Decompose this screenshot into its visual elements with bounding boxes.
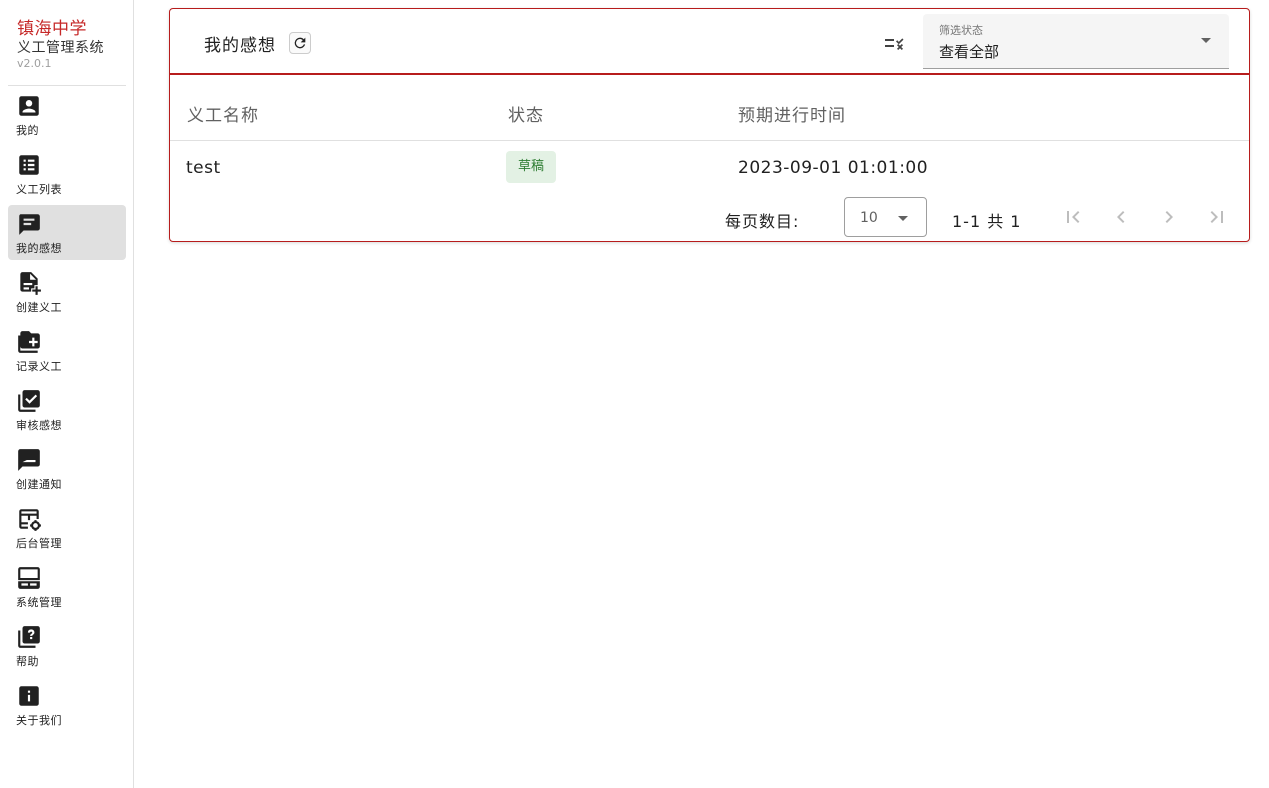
nav-label: 审核感想 <box>16 419 62 432</box>
nav-label: 记录义工 <box>16 360 62 373</box>
nav-item-my-thoughts[interactable]: 我的感想 <box>8 205 126 260</box>
prev-page-button[interactable] <box>1109 205 1133 229</box>
nav-item-volunteer-list[interactable]: 义工列表 <box>8 146 126 201</box>
checkbox-multiple-icon <box>16 388 42 414</box>
nav-item-help[interactable]: 帮助 <box>8 618 126 673</box>
nav-item-about[interactable]: 关于我们 <box>8 677 126 732</box>
nav-item-me[interactable]: 我的 <box>8 87 126 142</box>
nav-item-backend[interactable]: 后台管理 <box>8 500 126 555</box>
table-header: 义工名称 状态 预期进行时间 <box>170 75 1249 141</box>
pagination: 每页数目: 10 1-1 共 1 <box>170 193 1249 241</box>
nav-item-record-volunteer[interactable]: 记录义工 <box>8 323 126 378</box>
folder-plus-icon <box>16 329 42 355</box>
refresh-button[interactable] <box>289 32 311 54</box>
page-range: 1-1 共 1 <box>952 212 1022 231</box>
sidebar: 镇海中学 义工管理系统 v2.0.1 我的 义工列表 我的感想 创建义工 记录义… <box>0 0 134 788</box>
information-icon <box>16 683 42 709</box>
status-filter-value: 查看全部 <box>939 43 1000 61</box>
brand-system: 义工管理系统 <box>17 40 104 56</box>
chevron-down-icon <box>1201 38 1211 43</box>
message-text-icon <box>16 211 42 237</box>
cell-name: test <box>186 158 221 178</box>
column-header-status[interactable]: 状态 <box>508 101 544 126</box>
nav-label: 义工列表 <box>16 183 62 196</box>
nav-item-system[interactable]: 系统管理 <box>8 559 126 614</box>
help-box-icon <box>16 624 42 650</box>
chevron-left-icon <box>1117 211 1125 223</box>
nav-label: 关于我们 <box>16 714 62 727</box>
column-header-name[interactable]: 义工名称 <box>187 101 259 126</box>
account-box-icon <box>16 93 42 119</box>
nav-label: 我的感想 <box>16 242 62 255</box>
refresh-icon <box>294 37 306 49</box>
server-laptop-icon <box>16 565 42 591</box>
table-row[interactable]: test 草稿 2023-09-01 01:01:00 <box>170 141 1249 193</box>
first-page-button[interactable] <box>1061 205 1085 229</box>
column-header-time[interactable]: 预期进行时间 <box>738 101 846 126</box>
status-filter-select[interactable]: 筛选状态 查看全部 <box>923 14 1229 69</box>
file-plus-icon <box>16 270 42 296</box>
per-page-label: 每页数目: <box>725 212 800 231</box>
status-filter-label: 筛选状态 <box>939 24 983 37</box>
brand-version: v2.0.1 <box>17 57 52 70</box>
message-draw-icon <box>16 447 42 473</box>
nav-label: 我的 <box>16 124 39 137</box>
per-page-select[interactable]: 10 <box>844 197 927 237</box>
nav-item-review-thoughts[interactable]: 审核感想 <box>8 382 126 437</box>
brand-school: 镇海中学 <box>17 19 87 39</box>
per-page-value: 10 <box>860 210 878 226</box>
list-box-icon <box>16 152 42 178</box>
card-toolbar: 我的感想 筛选状态 查看全部 <box>170 9 1249 75</box>
nav-label: 帮助 <box>16 655 39 668</box>
nav-item-create-volunteer[interactable]: 创建义工 <box>8 264 126 319</box>
nav-label: 系统管理 <box>16 596 62 609</box>
nav-label: 创建义工 <box>16 301 62 314</box>
divider <box>8 85 126 86</box>
last-page-button[interactable] <box>1205 205 1229 229</box>
nav-item-create-notice[interactable]: 创建通知 <box>8 441 126 496</box>
brand: 镇海中学 义工管理系统 v2.0.1 <box>17 19 127 70</box>
filter-check-icon[interactable] <box>882 31 906 55</box>
status-badge: 草稿 <box>506 151 557 183</box>
thoughts-card: 我的感想 筛选状态 查看全部 义工名称 状态 预期进行时间 test 草稿 20… <box>169 8 1250 242</box>
first-page-icon <box>1067 211 1080 223</box>
chevron-right-icon <box>1165 211 1173 223</box>
nav-list: 我的 义工列表 我的感想 创建义工 记录义工 审核感想 创建通知 后台管理 系统… <box>8 87 126 736</box>
last-page-icon <box>1210 211 1223 223</box>
chevron-down-icon <box>898 216 908 221</box>
nav-label: 创建通知 <box>16 478 62 491</box>
cell-time: 2023-09-01 01:01:00 <box>738 158 929 178</box>
page-title: 我的感想 <box>204 36 276 56</box>
table-cog-icon <box>16 506 42 532</box>
next-page-button[interactable] <box>1157 205 1181 229</box>
nav-label: 后台管理 <box>16 537 62 550</box>
